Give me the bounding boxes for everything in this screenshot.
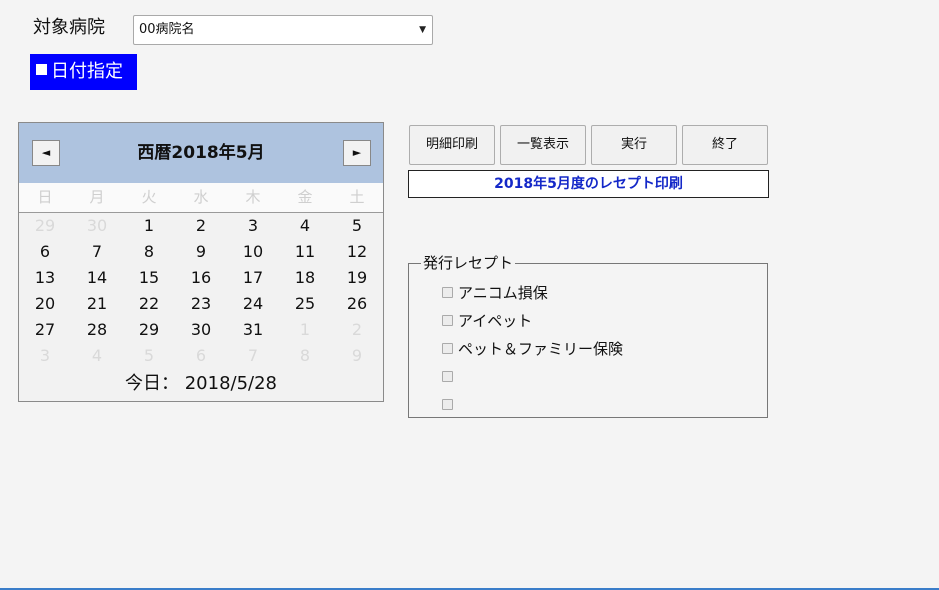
weekday-label: 火 — [141, 188, 157, 206]
calendar-day-outside[interactable]: 1 — [279, 317, 331, 343]
calendar-day[interactable]: 20 — [19, 291, 71, 317]
weekday-label: 木 — [245, 188, 261, 206]
calendar-day-outside[interactable]: 9 — [331, 343, 383, 369]
calendar-day-outside[interactable]: 29 — [19, 213, 71, 239]
exit-button[interactable]: 終了 — [682, 125, 768, 165]
calendar-day[interactable]: 14 — [71, 265, 123, 291]
calendar-day[interactable]: 16 — [175, 265, 227, 291]
receipt-checkbox[interactable] — [442, 287, 453, 298]
weekday-label: 金 — [297, 188, 313, 206]
weekday-row: 日月火水木金土 — [19, 183, 383, 213]
calendar-day[interactable]: 26 — [331, 291, 383, 317]
calendar-day[interactable]: 13 — [19, 265, 71, 291]
dropdown-arrow-icon: ▼ — [419, 25, 426, 35]
calendar-header: 西暦2018年5月 ◄ ► — [19, 123, 383, 183]
hospital-label: 対象病院 — [33, 17, 105, 38]
calendar-day[interactable]: 27 — [19, 317, 71, 343]
status-message: 2018年5月度のレセプト印刷 — [408, 170, 769, 198]
execute-button[interactable]: 実行 — [591, 125, 677, 165]
calendar-day[interactable]: 10 — [227, 239, 279, 265]
list-view-button[interactable]: 一覧表示 — [500, 125, 586, 165]
date-specify-label: 日付指定 — [51, 61, 123, 82]
today-value: 2018/5/28 — [184, 373, 278, 394]
calendar-day-outside[interactable]: 4 — [71, 343, 123, 369]
receipt-checkbox[interactable] — [442, 343, 453, 354]
calendar-day-outside[interactable]: 8 — [279, 343, 331, 369]
receipt-option-label: アニコム損保 — [458, 284, 548, 302]
calendar-day[interactable]: 30 — [175, 317, 227, 343]
calendar-day[interactable]: 23 — [175, 291, 227, 317]
calendar-day[interactable]: 11 — [279, 239, 331, 265]
today-row[interactable]: 今日： 2018/5/28 — [19, 369, 383, 399]
calendar-day[interactable]: 2 — [175, 213, 227, 239]
calendar-day-outside[interactable]: 5 — [123, 343, 175, 369]
calendar-day[interactable]: 31 — [227, 317, 279, 343]
checkbox-icon — [36, 64, 47, 75]
calendar-day-outside[interactable]: 2 — [331, 317, 383, 343]
calendar-day[interactable]: 5 — [331, 213, 383, 239]
today-label: 今日： — [124, 373, 179, 394]
receipt-group-legend: 発行レセプト — [421, 253, 516, 273]
receipt-option-label: ペット＆ファミリー保険 — [458, 340, 624, 358]
arrow-right-icon: ► — [352, 146, 362, 159]
calendar-day[interactable]: 19 — [331, 265, 383, 291]
calendar-day[interactable]: 7 — [71, 239, 123, 265]
date-specify-toggle[interactable]: 日付指定 — [30, 54, 137, 90]
calendar-day-outside[interactable]: 7 — [227, 343, 279, 369]
receipt-option-label: アイペット — [458, 312, 533, 330]
calendar-day[interactable]: 3 — [227, 213, 279, 239]
detail-print-button[interactable]: 明細印刷 — [409, 125, 495, 165]
calendar-day-outside[interactable]: 3 — [19, 343, 71, 369]
calendar-day[interactable]: 4 — [279, 213, 331, 239]
calendar: 西暦2018年5月 ◄ ► 日月火水木金土 29 30 1 2 3 4 5 6 7 8 9 10 11 1… — [18, 122, 384, 402]
calendar-day[interactable]: 24 — [227, 291, 279, 317]
calendar-day[interactable]: 22 — [123, 291, 175, 317]
calendar-title: 西暦2018年5月 — [137, 143, 265, 163]
calendar-day[interactable]: 28 — [71, 317, 123, 343]
receipt-checkbox[interactable] — [442, 399, 453, 410]
receipt-checkbox[interactable] — [442, 315, 453, 326]
calendar-day[interactable]: 6 — [19, 239, 71, 265]
hospital-select-value: 00病院名 — [139, 22, 195, 37]
receipt-checkbox[interactable] — [442, 371, 453, 382]
calendar-day[interactable]: 12 — [331, 239, 383, 265]
calendar-day[interactable]: 21 — [71, 291, 123, 317]
calendar-day-outside[interactable]: 6 — [175, 343, 227, 369]
calendar-day[interactable]: 8 — [123, 239, 175, 265]
calendar-day-outside[interactable]: 30 — [71, 213, 123, 239]
weekday-label: 日 — [37, 188, 53, 206]
next-month-button[interactable]: ► — [343, 140, 371, 166]
calendar-day[interactable]: 17 — [227, 265, 279, 291]
calendar-day[interactable]: 9 — [175, 239, 227, 265]
weekday-label: 月 — [89, 188, 105, 206]
calendar-day[interactable]: 25 — [279, 291, 331, 317]
calendar-day[interactable]: 18 — [279, 265, 331, 291]
weekday-label: 土 — [349, 188, 365, 206]
arrow-left-icon: ◄ — [41, 146, 51, 159]
hospital-select[interactable]: 00病院名 ▼ — [133, 15, 433, 45]
calendar-day[interactable]: 29 — [123, 317, 175, 343]
weekday-label: 水 — [193, 188, 209, 206]
calendar-day[interactable]: 15 — [123, 265, 175, 291]
prev-month-button[interactable]: ◄ — [32, 140, 60, 166]
calendar-day[interactable]: 1 — [123, 213, 175, 239]
